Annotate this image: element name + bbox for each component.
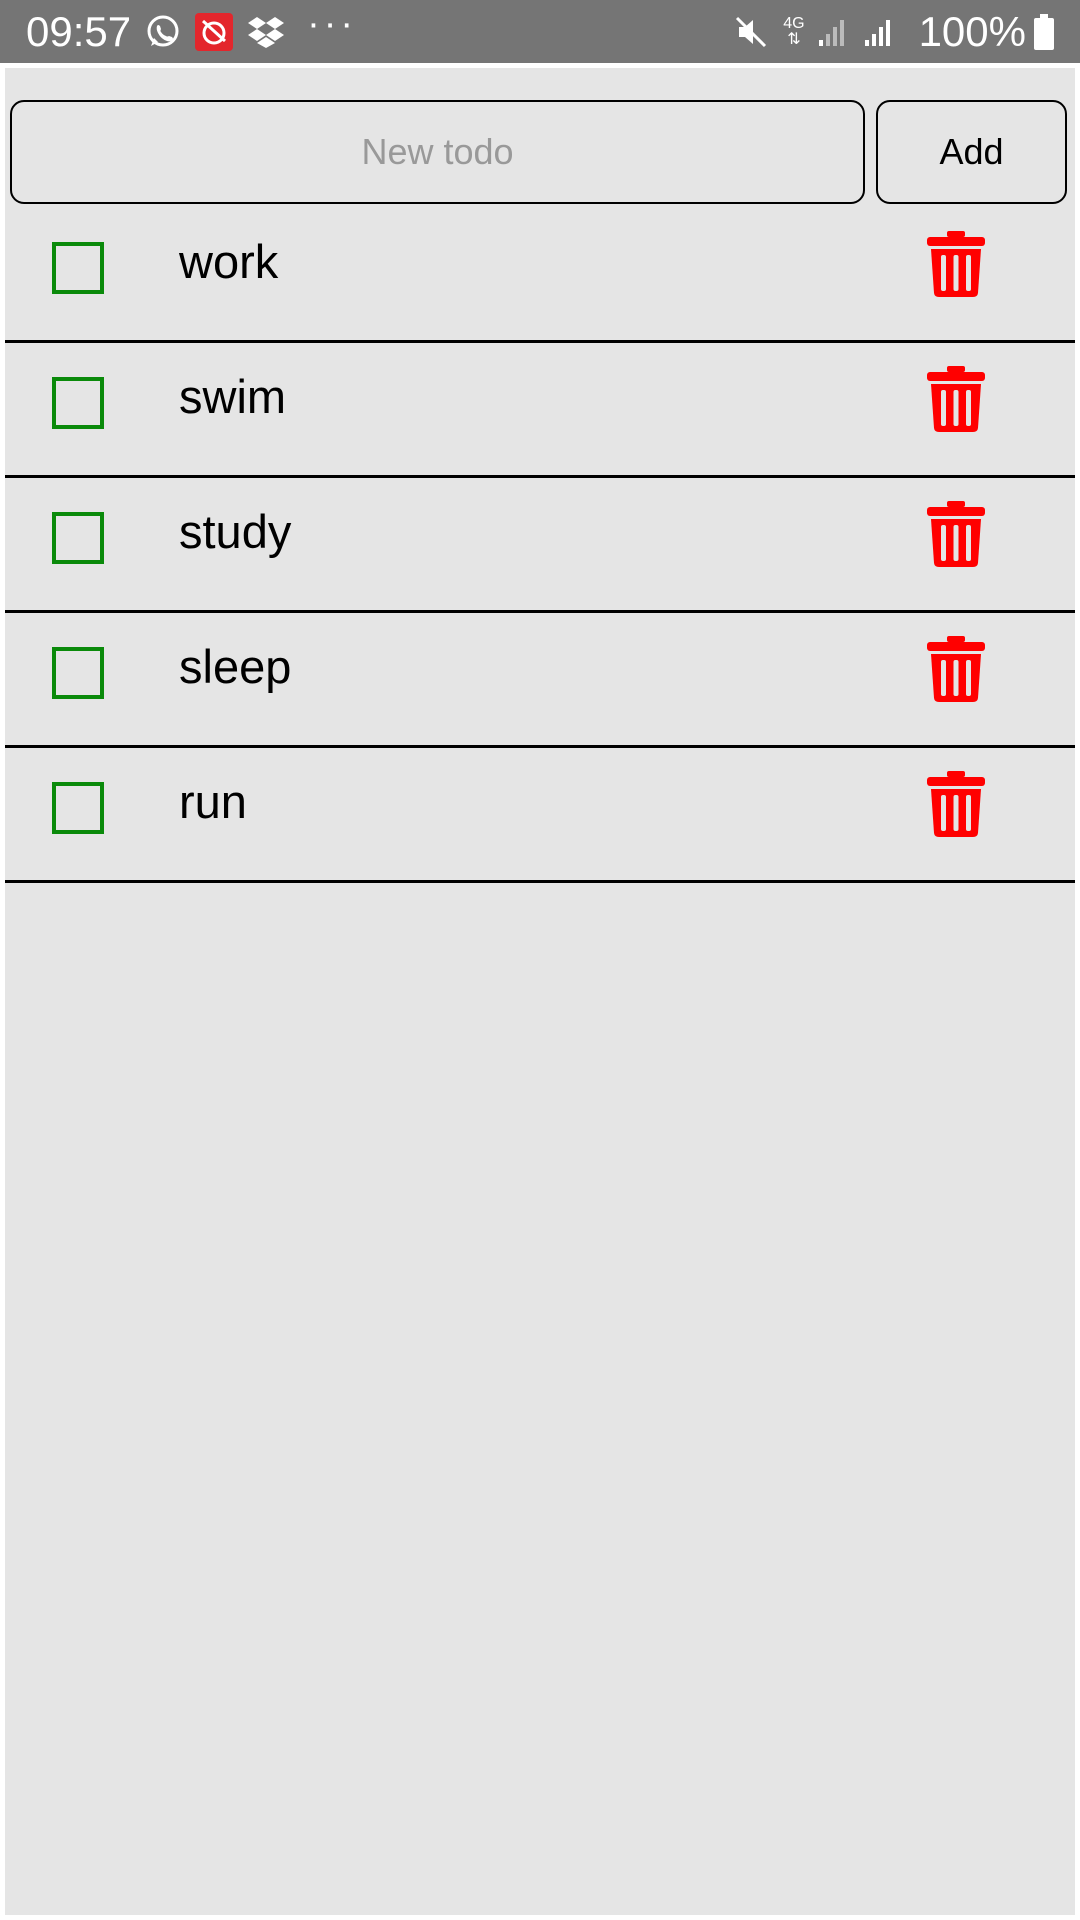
new-todo-input[interactable] (10, 100, 865, 204)
todo-text: work (179, 235, 279, 288)
todo-text: study (179, 505, 292, 558)
more-notifications-icon: ··· (307, 3, 358, 45)
todo-checkbox[interactable] (52, 377, 104, 429)
status-bar: 09:57 ··· 4G ⇅ 100% (0, 0, 1080, 63)
status-bar-right: 4G ⇅ 100% (733, 8, 1054, 56)
todo-checkbox[interactable] (52, 782, 104, 834)
trash-icon[interactable] (927, 366, 985, 432)
status-time: 09:57 (26, 7, 132, 55)
todo-text: run (179, 775, 247, 828)
trash-icon[interactable] (927, 231, 985, 297)
todo-checkbox[interactable] (52, 647, 104, 699)
todo-app: Add work swim (5, 68, 1075, 1915)
battery-percentage: 100% (918, 7, 1026, 55)
mute-icon (733, 14, 769, 50)
network-type-label: 4G (783, 14, 805, 32)
status-bar-left: 09:57 ··· (26, 3, 357, 56)
new-todo-row: Add (5, 68, 1075, 208)
signal-icon (863, 16, 895, 48)
add-button[interactable]: Add (876, 100, 1067, 204)
battery-icon (1034, 13, 1054, 50)
todo-checkbox[interactable] (52, 512, 104, 564)
trash-icon[interactable] (927, 501, 985, 567)
todo-list: work swim study sleep run (5, 208, 1075, 883)
trash-icon[interactable] (927, 771, 985, 837)
todo-checkbox[interactable] (52, 242, 104, 294)
trash-icon[interactable] (927, 636, 985, 702)
todo-item: swim (5, 343, 1075, 478)
todo-item: work (5, 208, 1075, 343)
todo-item: study (5, 478, 1075, 613)
todo-item: sleep (5, 613, 1075, 748)
todo-item: run (5, 748, 1075, 883)
todo-text: sleep (179, 640, 292, 693)
dropbox-icon (247, 15, 285, 49)
network-type: 4G ⇅ (783, 14, 805, 48)
todo-text: swim (179, 370, 287, 423)
data-arrows-icon: ⇅ (787, 30, 801, 48)
whatsapp-icon (145, 14, 181, 50)
telkomsel-app-icon (195, 12, 234, 51)
signal-icon (817, 16, 849, 48)
